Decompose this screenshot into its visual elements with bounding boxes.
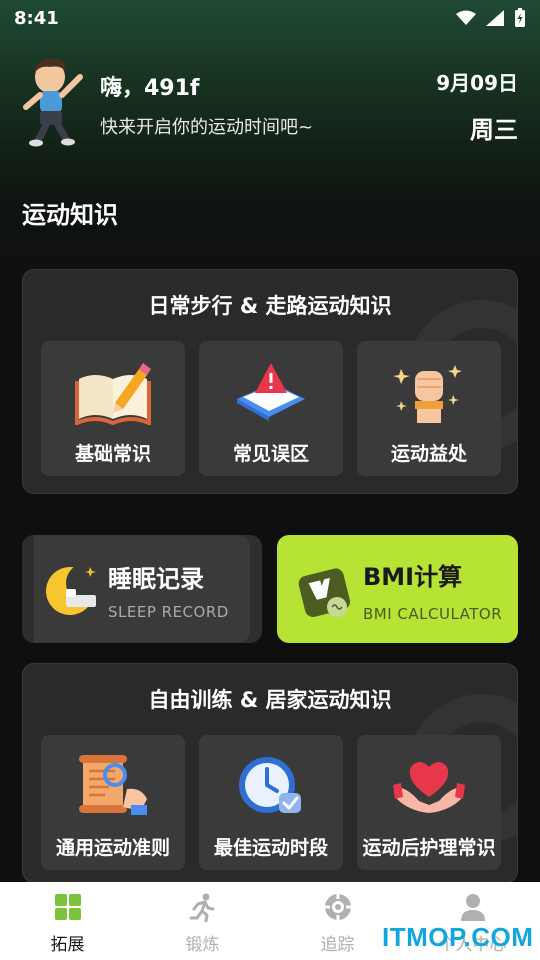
greeting: 嗨，491f	[100, 76, 200, 101]
book-pencil-icon	[75, 363, 151, 425]
wifi-icon	[456, 10, 476, 25]
clock-icon	[239, 757, 301, 813]
home-training-card: 自由训练 & 居家运动知识 通用运动准则 最佳运动时段 运动后护理常识	[22, 663, 518, 883]
home-tiles: 通用运动准则 最佳运动时段 运动后护理常识	[41, 735, 501, 870]
walking-tiles: 基础常识 常见误区 运动益处	[41, 341, 501, 476]
tile-post-exercise-care[interactable]: 运动后护理常识	[357, 735, 501, 870]
tile-label: 最佳运动时段	[213, 837, 328, 859]
avatar	[23, 58, 83, 147]
tile-best-time[interactable]: 最佳运动时段	[199, 735, 343, 870]
tile-label: 通用运动准则	[55, 837, 170, 859]
sleep-subtitle: SLEEP RECORD	[108, 603, 229, 621]
header: 嗨，491f 快来开启你的运动时间吧~ 9月09日 周三	[0, 55, 540, 155]
sleep-title: 睡眠记录	[108, 565, 204, 593]
tile-basic-knowledge[interactable]: 基础常识	[41, 341, 185, 476]
moon-bed-icon	[46, 563, 100, 615]
tile-exercise-benefits[interactable]: 运动益处	[357, 341, 501, 476]
heart-hands-icon	[393, 762, 465, 813]
signal-icon	[486, 10, 504, 26]
target-icon	[323, 893, 352, 921]
tile-label: 常见误区	[232, 443, 309, 465]
person-icon	[460, 894, 485, 921]
tab-label: 锻炼	[185, 935, 220, 955]
warning-icon	[237, 363, 305, 421]
scroll-icon	[79, 755, 147, 815]
tab-expand[interactable]: 拓展	[0, 882, 135, 960]
watermark: ITMOP.COM	[382, 922, 534, 952]
walking-knowledge-card: 日常步行 & 走路运动知识 基础常识 常见误区 运动益处	[22, 269, 518, 494]
status-bar: 8:41	[0, 0, 540, 36]
tile-label: 基础常识	[74, 443, 151, 465]
status-icons	[456, 8, 526, 28]
walking-card-title: 日常步行 & 走路运动知识	[148, 294, 392, 318]
grid-icon	[54, 894, 81, 920]
tab-label: 拓展	[50, 935, 85, 955]
feature-row: 睡眠记录 SLEEP RECORD BMI计算 BMI CALCULATOR	[22, 535, 518, 643]
tile-common-mistakes[interactable]: 常见误区	[199, 341, 343, 476]
date: 9月09日	[436, 71, 518, 95]
sleep-record-card[interactable]: 睡眠记录 SLEEP RECORD	[22, 535, 262, 643]
tile-label: 运动后护理常识	[362, 837, 496, 859]
greeting-subtitle: 快来开启你的运动时间吧~	[100, 117, 314, 138]
battery-icon	[515, 8, 525, 27]
fist-icon	[393, 365, 462, 423]
tile-label: 运动益处	[390, 443, 467, 465]
running-icon	[189, 893, 214, 922]
status-time: 8:41	[14, 7, 59, 29]
bmi-title: BMI计算	[363, 563, 463, 591]
tile-general-guidelines[interactable]: 通用运动准则	[41, 735, 185, 870]
bmi-subtitle: BMI CALCULATOR	[363, 605, 503, 623]
tab-label: 追踪	[320, 935, 355, 955]
section-title: 运动知识	[22, 201, 118, 229]
weekday: 周三	[470, 116, 518, 144]
tab-workout[interactable]: 锻炼	[135, 882, 270, 960]
home-card-title: 自由训练 & 居家运动知识	[148, 688, 392, 712]
bmi-calculator-card[interactable]: BMI计算 BMI CALCULATOR	[277, 535, 518, 643]
scale-icon	[298, 568, 351, 617]
